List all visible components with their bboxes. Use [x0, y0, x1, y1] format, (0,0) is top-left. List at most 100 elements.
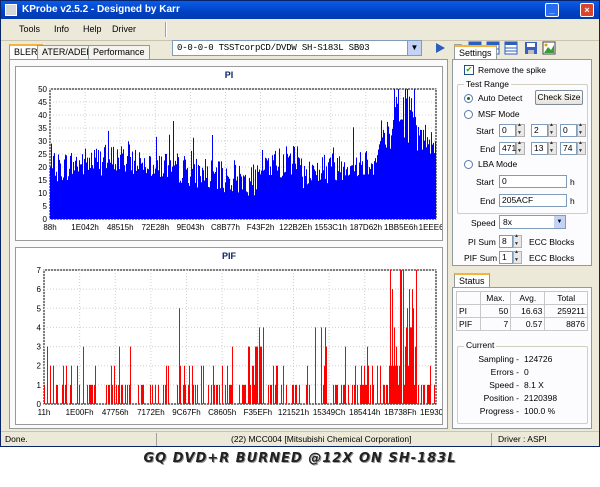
x-tick-label: 11h: [38, 408, 51, 417]
status-bar: Done. (22) MCC004 [Mitsubishi Chemical C…: [1, 431, 599, 446]
driver-info: Driver : ASPI: [498, 434, 547, 444]
pif-sum-spinner[interactable]: [513, 249, 522, 264]
chevron-down-icon[interactable]: ▼: [554, 216, 565, 228]
y-tick-label: 40: [38, 111, 47, 120]
speed-select[interactable]: 8x ▼: [499, 215, 566, 229]
errors-label: Errors -: [490, 367, 519, 377]
y-tick-label: 7: [37, 266, 42, 275]
layout-list-icon[interactable]: [504, 41, 518, 55]
stats-header-blank: [456, 291, 481, 305]
lba-mode-radio[interactable]: [464, 160, 473, 169]
msf-start-frame-spinner[interactable]: [577, 122, 586, 137]
lba-mode-label: LBA Mode: [478, 159, 518, 169]
lba-end-field[interactable]: 205ACF: [499, 194, 567, 207]
media-id: (22) MCC004 [Mitsubishi Chemical Corpora…: [231, 434, 412, 444]
msf-start-min-field[interactable]: 0: [499, 124, 516, 137]
remove-spike-checkbox[interactable]: ✔: [464, 65, 474, 75]
y-tick-label: 3: [37, 343, 42, 352]
menu-info[interactable]: Info: [54, 24, 69, 34]
y-tick-label: 6: [37, 285, 42, 294]
x-tick-label: 121521h: [278, 408, 309, 417]
stats-header-row: Max. Avg. Total: [456, 291, 588, 305]
position-value: 2120398: [524, 393, 558, 403]
y-tick-label: 4: [37, 323, 42, 332]
current-label: Current: [464, 340, 497, 350]
x-tick-label: C8B77h: [211, 223, 240, 232]
msf-start-sec-spinner[interactable]: [548, 122, 557, 137]
y-tick-label: 5: [43, 202, 48, 211]
pi-sum-label: PI Sum: [468, 237, 496, 247]
pif-chart: 7654321011h 1E00Fh 47756h 7172Eh 9C67Fh C8605…: [37, 266, 442, 417]
title-bar: KProbe v2.5.2 - Designed by Karr _ ×: [1, 1, 599, 19]
image-caption: GQ DVD+R BURNED @12X ON SH-183L: [143, 451, 457, 466]
x-tick-label: F43F2h: [247, 223, 275, 232]
auto-detect-radio[interactable]: [464, 94, 473, 103]
stats-header-max: Max.: [479, 291, 512, 305]
pif-sum-label: PIF Sum: [464, 253, 498, 263]
settings-panel: ✔ Remove the spike Test Range Auto Detec…: [452, 59, 592, 266]
pif-sum-field[interactable]: 1: [499, 251, 513, 264]
lba-end-label: End: [480, 196, 496, 206]
menu-tools[interactable]: Tools: [19, 24, 40, 34]
msf-mode-radio[interactable]: [464, 110, 473, 119]
statusbar-separator: [491, 433, 492, 446]
progress-value: 100.0 %: [524, 406, 556, 416]
check-size-button[interactable]: Check Size: [535, 90, 583, 105]
statusbar-separator: [156, 433, 157, 446]
x-tick-label: 47756h: [102, 408, 129, 417]
minimize-button[interactable]: _: [545, 3, 559, 17]
msf-end-sec-spinner[interactable]: [548, 140, 557, 155]
msf-end-sec-field[interactable]: 13: [531, 142, 548, 155]
chevron-down-icon[interactable]: ▼: [407, 41, 421, 55]
msf-start-frame-field[interactable]: 0: [560, 124, 577, 137]
lba-start-field[interactable]: 0: [499, 175, 567, 188]
close-button[interactable]: ×: [580, 3, 594, 17]
pi-sum-spinner[interactable]: [513, 233, 522, 248]
msf-end-frame-spinner[interactable]: [577, 140, 586, 155]
current-speed-value: 8.1 X: [524, 380, 544, 390]
menu-bar: Tools Info Help Driver 0-0-0-0 TSSTcorpC…: [1, 19, 599, 56]
sampling-value: 124726: [524, 354, 553, 364]
app-icon: [5, 4, 17, 16]
x-tick-label: 15349Ch: [313, 408, 345, 417]
msf-start-sec-field[interactable]: 2: [531, 124, 548, 137]
test-range-label: Test Range: [464, 79, 511, 89]
y-tick-label: 20: [38, 163, 47, 172]
msf-end-min-spinner[interactable]: [516, 140, 525, 155]
current-speed-label: Speed -: [489, 380, 519, 390]
progress-label: Progress -: [479, 406, 519, 416]
stats-max: 7: [479, 317, 512, 331]
start-icon[interactable]: [433, 41, 447, 55]
screenshot-icon[interactable]: [542, 41, 556, 55]
pif-sum-unit: ECC Blocks: [529, 253, 575, 263]
table-row: PIF 7 0.57 8876: [456, 317, 588, 331]
save-icon[interactable]: [524, 41, 538, 55]
msf-end-frame-field[interactable]: 74: [560, 142, 577, 155]
menu-separator: [165, 22, 167, 37]
stats-avg: 0.57: [510, 317, 546, 331]
msf-mode-label: MSF Mode: [478, 109, 520, 119]
stats-row-label: PI: [456, 304, 481, 318]
pi-sum-field[interactable]: 8: [499, 235, 513, 248]
msf-end-min-field[interactable]: 471: [499, 142, 516, 155]
x-tick-label: 9E043h: [177, 223, 205, 232]
menu-help[interactable]: Help: [83, 24, 102, 34]
pi-sum-unit: ECC Blocks: [529, 237, 575, 247]
x-tick-label: 185414h: [349, 408, 380, 417]
y-tick-label: 35: [38, 124, 47, 133]
menu-driver[interactable]: Driver: [112, 24, 136, 34]
x-tick-label: 48515h: [107, 223, 134, 232]
x-tick-label: 1553C1h: [314, 223, 346, 232]
msf-start-min-spinner[interactable]: [516, 122, 525, 137]
drive-select[interactable]: 0-0-0-0 TSSTcorpCD/DVDW SH-S183L SB03 ▼: [172, 40, 422, 56]
x-tick-label: 122B2Eh: [279, 223, 312, 232]
tab-settings[interactable]: Settings: [454, 45, 497, 59]
tab-status[interactable]: Status: [454, 273, 490, 287]
lba-start-label: Start: [476, 177, 494, 187]
y-tick-label: 45: [38, 98, 47, 107]
y-tick-label: 5: [37, 304, 42, 313]
tab-performance[interactable]: Performance: [88, 45, 150, 59]
x-tick-label: 1EEE6Bh: [419, 223, 442, 232]
x-tick-label: 88h: [43, 223, 56, 232]
speed-label: Speed: [471, 218, 496, 228]
